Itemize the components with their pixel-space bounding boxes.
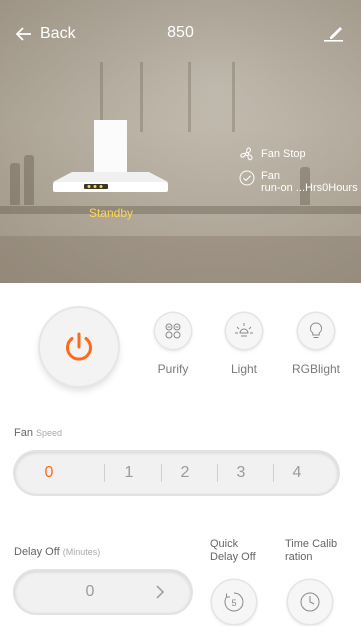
time-calibration-line1: Time Calib <box>285 538 338 550</box>
quick-delay-value: 5 <box>231 598 236 608</box>
purify-label: Purify <box>157 362 189 376</box>
timer-5-icon: 5 <box>224 592 244 612</box>
range-hood-icon <box>53 120 168 192</box>
fan-label: Fan <box>14 427 33 439</box>
fan-speed-option[interactable]: 3 <box>215 452 267 494</box>
delay-off-value: 0 <box>85 583 95 600</box>
edit-button[interactable] <box>321 20 345 44</box>
fan-icon <box>240 147 253 161</box>
power-icon <box>66 332 92 361</box>
quick-delay-off-label: Quick Delay Off <box>210 538 256 564</box>
fan-stop-indicator: Fan Stop <box>239 146 306 162</box>
delay-off-selector[interactable]: 0 <box>15 571 191 613</box>
device-status: Standby <box>88 206 134 220</box>
chevron-right-icon <box>156 585 165 599</box>
time-calibration-label: Time Calib ration <box>285 538 337 564</box>
page-title: 850 <box>167 24 194 41</box>
fan-speed-option[interactable]: 1 <box>103 452 155 494</box>
background-rail <box>232 62 235 132</box>
bulb-icon <box>309 322 323 338</box>
light-button[interactable] <box>226 313 262 349</box>
rgblight-button[interactable] <box>298 313 334 349</box>
purify-button[interactable] <box>155 313 191 349</box>
delay-off-label: Delay Off <box>14 546 60 558</box>
fan-speed-option[interactable]: 4 <box>271 452 323 494</box>
fan-speed-heading: Fan Speed <box>14 427 62 439</box>
quick-delay-off-line2: Delay Off <box>210 551 256 563</box>
fan-runon-indicator: Fan run-on ...Hrs0Hours <box>239 170 358 194</box>
fan-runon-value: run-on ...Hrs0Hours <box>261 182 358 194</box>
fan-speed-sublabel: Speed <box>36 428 63 438</box>
fan-stop-label: Fan Stop <box>261 148 306 160</box>
light-label: Light <box>230 362 258 376</box>
background-bottle <box>10 163 20 205</box>
clock-icon <box>300 592 320 612</box>
background-rail <box>188 62 191 132</box>
fan-speed-selector: 0 1 2 3 4 <box>15 452 338 494</box>
background-bottle <box>24 155 34 205</box>
time-calibration-line2: ration <box>285 551 313 563</box>
background-counter <box>0 236 361 283</box>
light-icon <box>235 323 253 337</box>
fan-runon-label: Fan <box>261 170 280 182</box>
quick-delay-off-button[interactable]: 5 <box>212 580 256 624</box>
top-bar: Back 850 <box>0 0 361 64</box>
delay-off-unit: (Minutes) <box>62 547 101 557</box>
power-button[interactable] <box>40 308 118 386</box>
fan-speed-option[interactable]: 0 <box>23 452 75 494</box>
fan-speed-option[interactable]: 2 <box>159 452 211 494</box>
edit-pencil-icon <box>324 27 343 42</box>
range-hood-image <box>48 120 174 200</box>
rgblight-label: RGBlight <box>291 362 341 376</box>
quick-delay-off-line1: Quick <box>210 538 239 550</box>
delay-off-heading: Delay Off (Minutes) <box>14 546 100 558</box>
purify-icon <box>165 323 181 339</box>
check-circle-icon <box>239 170 255 186</box>
time-calibration-button[interactable] <box>288 580 332 624</box>
